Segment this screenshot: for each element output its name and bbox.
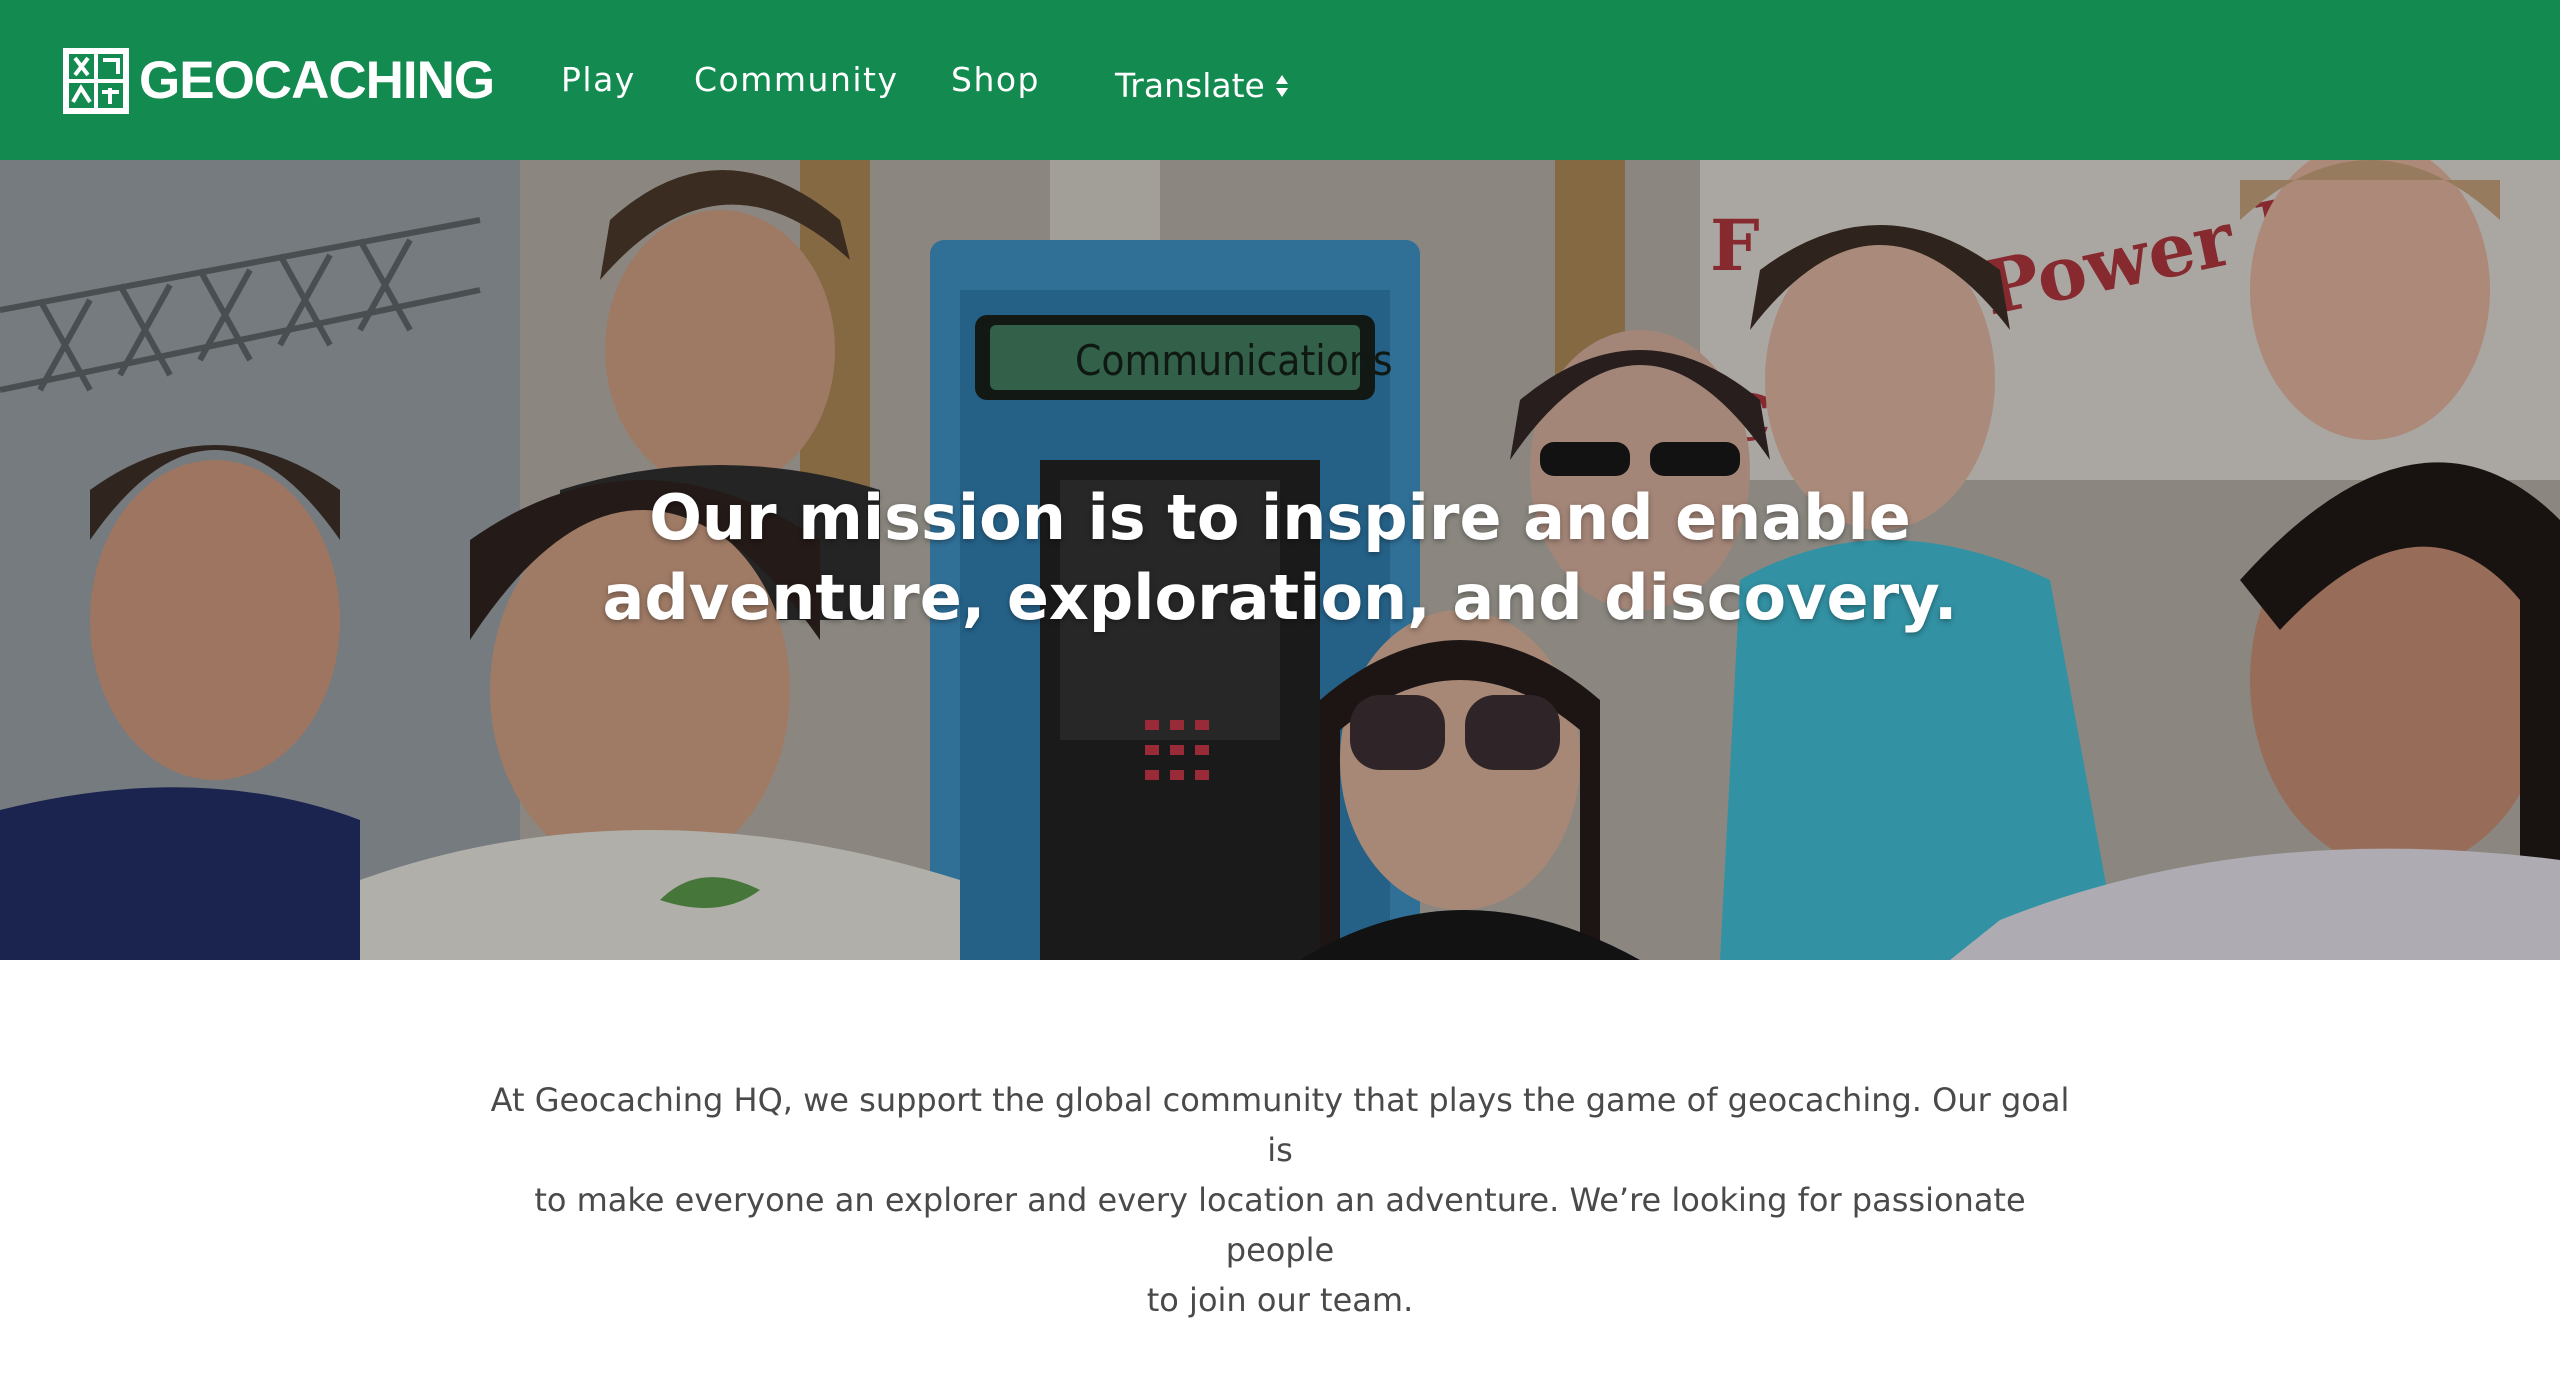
nav-play-link[interactable]: Play — [561, 56, 636, 104]
intro-line-1: At Geocaching HQ, we support the global … — [490, 1081, 2070, 1169]
geocaching-logo-link[interactable]: GEOCACHING — [63, 48, 495, 114]
translate-dropdown[interactable]: Translate — [1115, 62, 1289, 110]
translate-label: Translate — [1115, 66, 1265, 105]
hero-banner: Power F F Co Communications Our mission … — [0, 160, 2560, 960]
nav-shop-link[interactable]: Shop — [951, 56, 1040, 104]
mission-heading-line-1: Our mission is to inspire and enable — [649, 481, 1911, 554]
sort-arrows-icon — [1275, 75, 1288, 97]
logo-wordmark: GEOCACHING — [139, 51, 495, 110]
top-navigation-bar: GEOCACHING Play Community Shop Translate — [0, 0, 2560, 160]
nav-community-link[interactable]: Community — [694, 56, 899, 104]
intro-line-3: to join our team. — [1146, 1281, 1414, 1319]
intro-paragraph: At Geocaching HQ, we support the global … — [480, 1075, 2080, 1325]
intro-line-2: to make everyone an explorer and every l… — [534, 1181, 2026, 1269]
mission-heading-line-2: adventure, exploration, and discovery. — [602, 561, 1958, 634]
mission-heading: Our mission is to inspire and enable adv… — [480, 478, 2080, 638]
geocaching-logo-icon — [63, 48, 129, 114]
